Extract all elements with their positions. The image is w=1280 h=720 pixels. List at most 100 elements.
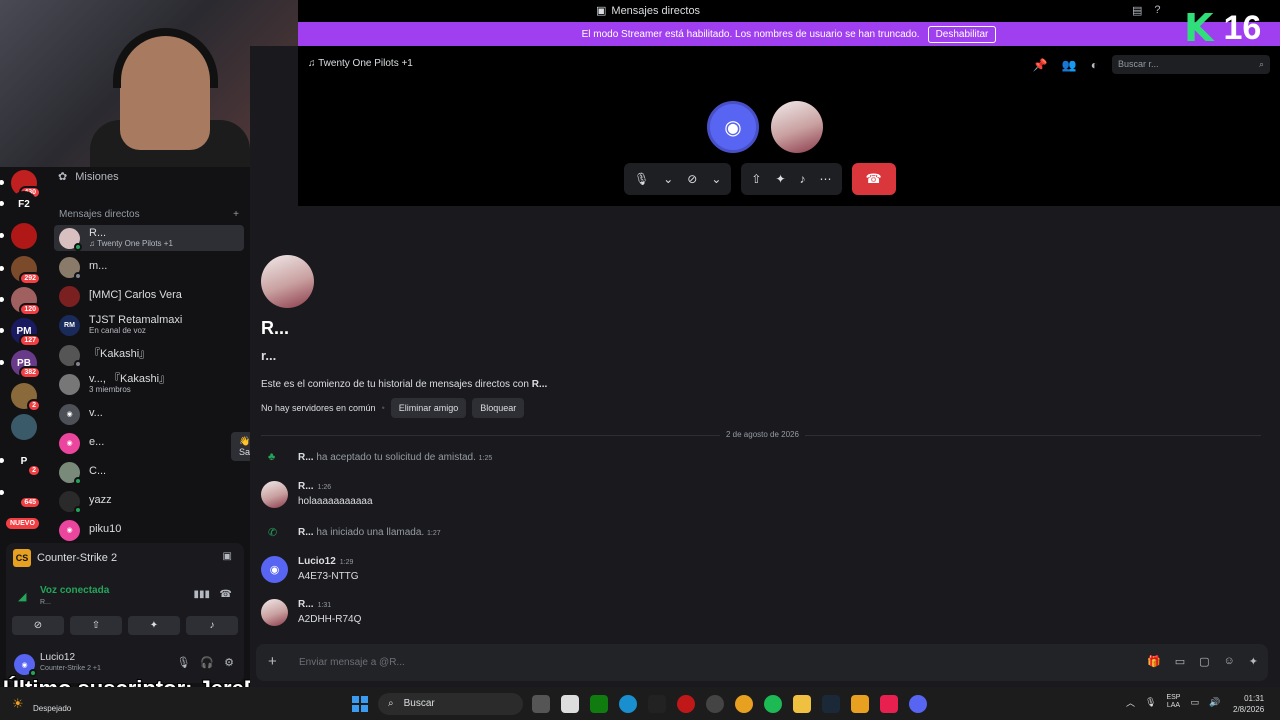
screen-share-icon[interactable]: ▣ [223,551,232,562]
voice-status[interactable]: Voz conectada [40,585,109,596]
user-avatar[interactable]: ◉ [14,654,37,677]
dm-item[interactable]: RM TJST Retamalmaxi En canal de voz [54,312,244,338]
profile-username: r... [261,348,277,363]
pin-icon[interactable]: 📌 [1033,58,1048,72]
soundboard-button[interactable]: ♪ [186,616,238,635]
server-icon[interactable]: PM 127 [0,318,41,347]
disconnect-icon[interactable]: ☎ [220,589,232,600]
dm-item[interactable]: m... [54,254,244,280]
help-icon[interactable]: ? [1154,4,1160,17]
activities-icon[interactable]: ✦ [775,172,785,186]
discord-icon[interactable] [909,695,927,713]
dm-item[interactable]: 『Kakashi』 [54,342,244,368]
sticker-icon[interactable]: ▢ [1199,655,1209,668]
server-icon[interactable] [11,414,37,440]
clock[interactable]: 01:31 2/8/2026 [1233,693,1264,715]
folder-icon[interactable] [793,695,811,713]
profile-avatar[interactable] [261,255,314,308]
gear-icon[interactable]: ⚙ [224,656,234,669]
inbox-icon[interactable]: ▤ [1132,4,1142,17]
dm-item[interactable]: v..., 『Kakashi』 3 miembros [54,371,244,397]
avatar[interactable]: ◉ [261,556,288,583]
dm-item[interactable]: R... ♫ Twenty One Pilots +1 [54,225,244,251]
call-avatar-peer[interactable] [771,101,823,153]
windows-taskbar: ☀ Despejado ⌕ Buscar ︿ 🎙 ESP LAA ▭ 🔊 01:… [0,687,1280,720]
task-view-icon[interactable] [532,695,550,713]
message-author[interactable]: Lucio12 [298,556,336,567]
taskbar-search[interactable]: ⌕ Buscar [378,693,523,715]
network-icon[interactable]: ▭ [1190,697,1199,708]
server-icon[interactable]: 2 [11,383,41,412]
dm-item[interactable]: ◉ e... [54,430,244,456]
search-input[interactable]: Buscar r... ⌕ [1112,55,1270,74]
remove-friend-button[interactable]: Eliminar amigo [390,398,467,418]
misiones-item[interactable]: ✿ Misiones [58,170,119,184]
language-indicator[interactable]: ESP LAA [1166,694,1180,711]
composer-placeholder[interactable]: Enviar mensaje a @R... [299,657,405,668]
share-screen-icon[interactable]: ⇧ [751,172,761,186]
dm-item[interactable]: [MMC] Carlos Vera [54,283,244,309]
call-avatar-self[interactable]: ◉ [707,101,759,153]
server-icon[interactable]: P2 [0,448,41,477]
headphones-icon[interactable]: 🎧 [200,656,214,669]
chevron-up-icon[interactable]: ︿ [1126,696,1135,709]
share-screen-button[interactable]: ⇧ [70,616,122,635]
add-dm-button[interactable]: + [233,209,239,220]
chevron-down-icon[interactable]: ⌄ [711,172,721,186]
profile-icon[interactable]: ◐ [1091,58,1098,72]
dm-item[interactable]: C... [54,459,244,485]
emoji-icon[interactable]: ☺ [1224,655,1235,668]
server-icon[interactable]: 292 [0,256,41,285]
dm-item[interactable]: ◉ piku10 [54,517,244,543]
spotify-icon[interactable] [764,695,782,713]
taskbar-apps [532,695,927,713]
server-icon[interactable]: F2 [0,191,37,217]
add-friend-icon[interactable]: 👥 [1062,58,1077,72]
gif-icon[interactable]: ▭ [1175,655,1185,668]
dm-item[interactable]: yazz [54,488,244,514]
message-composer[interactable]: + Enviar mensaje a @R... 🎁 ▭ ▢ ☺ ✦ [256,644,1268,681]
server-icon[interactable]: PB 382 [0,350,41,379]
microphone-icon[interactable]: 🎙 [634,172,649,186]
activities-button[interactable]: ✦ [128,616,180,635]
app-icon[interactable] [677,695,695,713]
chrome-icon[interactable] [735,695,753,713]
user-status: Counter-Strike 2 +1 [40,665,101,672]
app-icon[interactable] [648,695,666,713]
system-message: ♣ R... ha aceptado tu solicitud de amist… [268,451,493,463]
camera-off-icon[interactable]: ⊘ [687,172,697,186]
xbox-icon[interactable] [590,695,608,713]
disable-streamer-button[interactable]: Deshabilitar [927,25,997,43]
avatar[interactable] [261,599,288,626]
soundboard-icon[interactable]: ♪ [800,172,806,186]
camera-off-button[interactable]: ⊘ [12,616,64,635]
server-icon[interactable] [0,223,37,249]
message-author[interactable]: R... [298,599,314,610]
steam-icon[interactable] [822,695,840,713]
message-author[interactable]: R... [298,481,314,492]
mention-badge: 120 [19,303,41,316]
cs2-icon[interactable] [851,695,869,713]
tiktok-icon[interactable] [880,695,898,713]
gift-icon[interactable]: 🎁 [1147,655,1161,668]
noise-icon[interactable]: ▮▮▮ [193,589,210,600]
dm-item[interactable]: ◉ v... [54,401,244,427]
chevron-down-icon[interactable]: ⌄ [663,172,673,186]
plus-icon[interactable]: + [268,653,277,670]
more-icon[interactable]: ⋯ [820,172,832,186]
edge-icon[interactable] [619,695,637,713]
server-icon[interactable]: 120 [0,287,41,316]
server-icon[interactable]: 645 [0,480,41,509]
app-icon[interactable] [561,695,579,713]
hang-up-button[interactable]: ☎ [851,163,896,195]
windows-start-icon[interactable] [352,696,368,712]
voice-panel: CS Counter-Strike 2 ▣ ◢ Voz conectada R.… [6,543,244,643]
microphone-icon[interactable]: 🎙 [1145,697,1156,708]
app-icon[interactable] [706,695,724,713]
signal-icon: ◢ [18,591,27,603]
volume-icon[interactable]: 🔊 [1209,697,1220,708]
avatar[interactable] [261,481,288,508]
microphone-icon[interactable]: 🎙 [176,656,190,669]
block-button[interactable]: Bloquear [472,398,525,418]
apps-icon[interactable]: ✦ [1249,655,1258,668]
